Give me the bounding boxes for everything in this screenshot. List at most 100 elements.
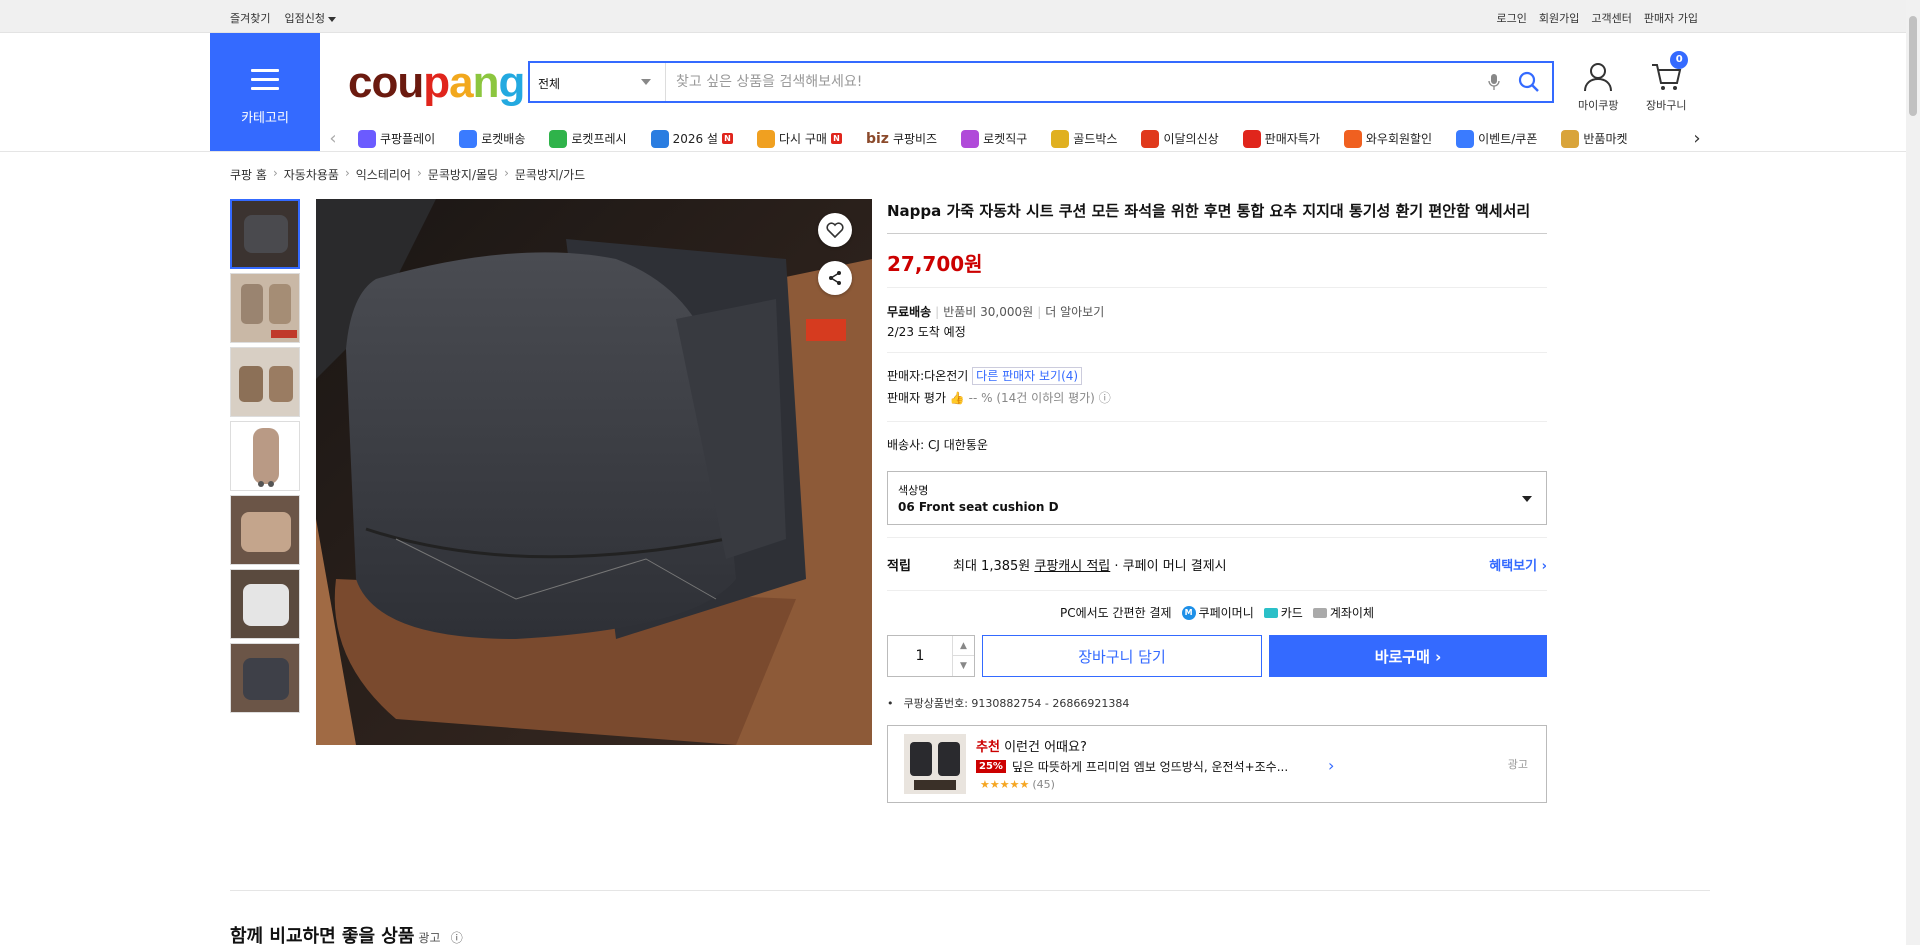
search-category-select[interactable]: 전체 <box>530 63 666 101</box>
benefits-link[interactable]: 혜택보기 › <box>1489 555 1547 574</box>
cart-button[interactable]: 0 장바구니 <box>1646 51 1689 113</box>
shipping-info: 무료배송 | 반품비 30,000원 | 더 알아보기 2/23 도착 예정 <box>887 288 1547 353</box>
user-icon <box>1584 63 1613 92</box>
chevron-right-icon[interactable]: › <box>1328 756 1334 775</box>
seller-info: 판매자:다온전기 다른 판매자 보기(4) 판매자 평가 👍 -- % (14건… <box>887 353 1547 422</box>
thumbnail[interactable] <box>230 569 300 639</box>
search-input[interactable] <box>666 63 1482 101</box>
nav-item[interactable]: 다시 구매 N <box>745 129 854 148</box>
nav-item[interactable]: 로켓배송 <box>447 129 537 148</box>
section-divider <box>230 890 1710 891</box>
other-sellers-link[interactable]: 다른 판매자 보기(4) <box>972 367 1083 385</box>
scrollbar-thumb[interactable] <box>1909 16 1917 116</box>
nav-item-icon <box>1561 129 1580 148</box>
product-title: Nappa 가죽 자동차 시트 쿠션 모든 좌석을 위한 후면 통합 요추 지지… <box>887 199 1547 234</box>
quantity-value[interactable]: 1 <box>888 648 952 664</box>
nav-item[interactable]: 와우회원할인 <box>1332 129 1444 148</box>
thumbnail[interactable] <box>230 421 300 491</box>
nav-item[interactable]: 판매자특가 <box>1231 129 1332 148</box>
nav-item-icon <box>1456 129 1475 148</box>
customer-center-link[interactable]: 고객센터 <box>1591 10 1631 26</box>
thumbnail[interactable] <box>230 273 300 343</box>
product-id: 쿠팡상품번호: 9130882754 - 26866921384 <box>887 695 1547 711</box>
breadcrumb: 쿠팡 홈 › 자동차용품 › 익스테리어 › 문콕방지/몰딩 › 문콕방지/가드 <box>230 166 586 183</box>
nav-item-icon <box>650 129 669 148</box>
arrival-date: 2/23 도착 예정 <box>887 325 966 339</box>
nav-item[interactable]: biz 쿠팡비즈 <box>854 130 949 148</box>
thumbnail[interactable] <box>230 643 300 713</box>
option-select[interactable]: 색상명 06 Front seat cushion D <box>887 471 1547 525</box>
nav-item[interactable]: 쿠팡플레이 <box>346 129 447 148</box>
nav-item-icon: biz <box>865 130 889 147</box>
quantity-stepper[interactable]: 1 ▲ ▼ <box>887 635 975 677</box>
nav-prev-icon[interactable]: ‹ <box>320 128 346 149</box>
header: 카테고리 coupang 전체 마이쿠팡 0 장바구니 ‹ 쿠팡플레이로켓배송로… <box>210 33 1710 152</box>
thumbnail[interactable] <box>230 495 300 565</box>
breadcrumb-item[interactable]: 자동차용품 <box>284 166 339 183</box>
hamburger-icon <box>251 69 279 91</box>
nav-item[interactable]: 로켓직구 <box>949 129 1039 148</box>
seller-apply-link[interactable]: 입점신청 <box>284 10 336 26</box>
decrease-icon[interactable]: ▼ <box>952 656 974 676</box>
breadcrumb-item[interactable]: 익스테리어 <box>356 166 411 183</box>
new-badge: N <box>830 133 842 144</box>
nav-item[interactable]: 이벤트/쿠폰 <box>1444 129 1549 148</box>
signup-link[interactable]: 회원가입 <box>1539 10 1579 26</box>
breadcrumb-item[interactable]: 문콕방지/가드 <box>515 166 585 183</box>
nav-item-icon <box>1051 129 1070 148</box>
nav-item[interactable]: 이달의신상 <box>1129 129 1230 148</box>
content: 쿠팡 홈› 자동차용품› 익스테리어› 문콕방지/몰딩› 문콕방지/가드 <box>210 152 1710 945</box>
nav-next-icon[interactable]: › <box>1684 128 1710 149</box>
favorite-button[interactable] <box>818 213 852 247</box>
discount-badge: 25% <box>976 760 1006 773</box>
increase-icon[interactable]: ▲ <box>952 636 974 656</box>
more-info-link[interactable]: 더 알아보기 <box>1045 305 1104 319</box>
nav-item[interactable]: 2026 설N <box>639 129 745 148</box>
coupang-cash-link[interactable]: 쿠팡캐시 적립 <box>1034 555 1110 574</box>
new-badge: N <box>721 133 733 144</box>
nav-item-icon <box>459 129 478 148</box>
seller-name[interactable]: 다온전기 <box>924 369 968 383</box>
breadcrumb-item[interactable]: 쿠팡 홈 <box>230 166 267 183</box>
product-price: 27,700원 <box>887 248 1547 288</box>
recommendation-card[interactable]: 추천 이런건 어때요? 25% 딮은 따뜻하게 프리미엄 엠보 엉뜨방식, 운전석… <box>887 725 1547 803</box>
nav-item-icon <box>1343 129 1362 148</box>
bookmark-link[interactable]: 즐겨찾기 <box>230 10 270 26</box>
share-button[interactable] <box>818 261 852 295</box>
search-bar: 전체 <box>528 61 1554 103</box>
nav-item[interactable]: 반품마켓 <box>1549 129 1639 148</box>
info-icon[interactable]: ⓘ <box>451 931 463 945</box>
seller-signup-link[interactable]: 판매자 가입 <box>1644 10 1698 26</box>
product-info: Nappa 가죽 자동차 시트 쿠션 모든 좌석을 위한 후면 통합 요추 지지… <box>887 199 1547 803</box>
search-icon[interactable] <box>1514 67 1544 97</box>
breadcrumb-item[interactable]: 문콕방지/몰딩 <box>428 166 498 183</box>
thumbs-up-icon: 👍 <box>949 391 965 405</box>
thumbnail-list <box>230 199 302 717</box>
rating-stars: ★★★★★ (45) <box>980 778 1055 791</box>
nav-item-icon <box>961 129 980 148</box>
nav-item-icon <box>549 129 568 148</box>
category-label: 카테고리 <box>241 111 289 126</box>
category-button[interactable]: 카테고리 <box>210 33 320 152</box>
share-icon <box>829 271 841 285</box>
nav-item[interactable]: 로켓프레시 <box>537 129 638 148</box>
info-icon[interactable]: ⓘ <box>1099 391 1111 405</box>
ad-label: 광고 <box>1507 758 1528 771</box>
thumbnail[interactable] <box>230 199 300 269</box>
add-to-cart-button[interactable]: 장바구니 담기 <box>982 635 1262 677</box>
microphone-icon[interactable] <box>1482 70 1506 94</box>
thumbnail[interactable] <box>230 347 300 417</box>
caret-down-icon <box>327 16 336 22</box>
login-link[interactable]: 로그인 <box>1497 10 1527 26</box>
buy-now-button[interactable]: 바로구매 › <box>1269 635 1547 677</box>
coupay-icon: M <box>1181 606 1196 620</box>
coupang-logo[interactable]: coupang <box>348 58 525 108</box>
caret-down-icon <box>641 79 651 85</box>
compare-section-title: 함께 비교하면 좋을 상품 광고 ⓘ <box>230 926 463 945</box>
mypage-button[interactable]: 마이쿠팡 <box>1578 61 1618 113</box>
main-product-image[interactable] <box>316 199 872 745</box>
scrollbar[interactable] <box>1906 0 1920 945</box>
buy-row: 1 ▲ ▼ 장바구니 담기 바로구매 › <box>887 635 1547 677</box>
recommendation-image[interactable] <box>904 734 966 794</box>
nav-item[interactable]: 골드박스 <box>1039 129 1129 148</box>
